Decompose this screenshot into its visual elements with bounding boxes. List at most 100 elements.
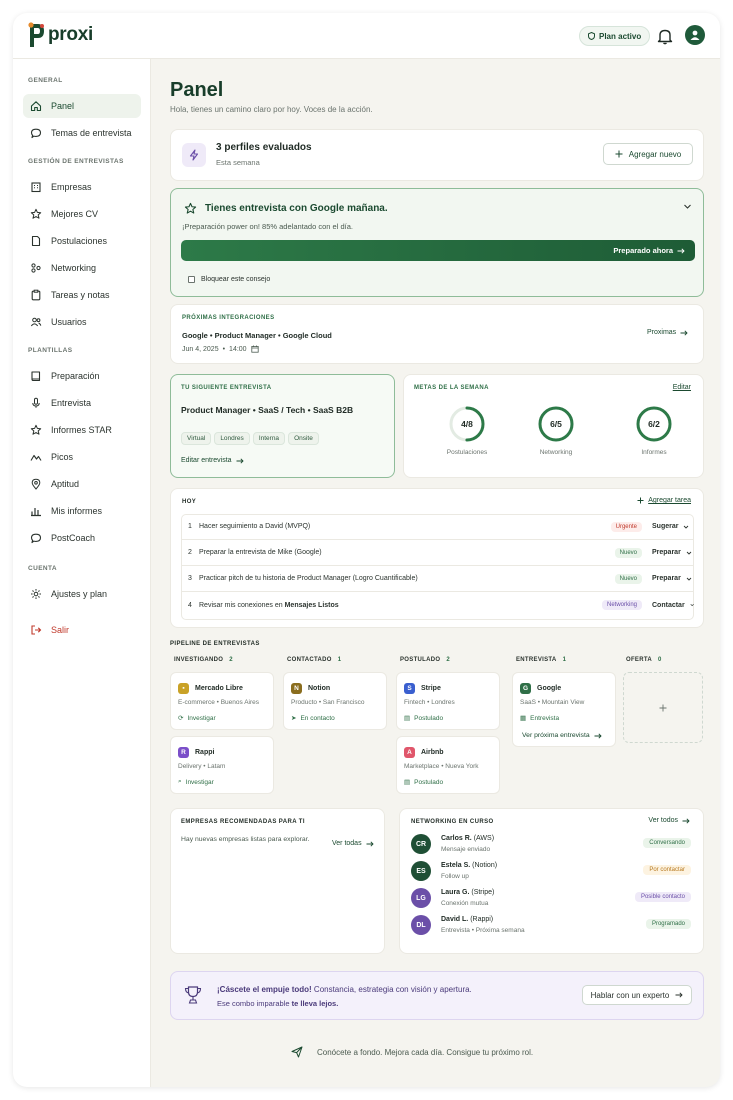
company-status: ▤ Postulado — [404, 714, 444, 723]
add-offer-slot[interactable] — [623, 672, 703, 743]
plan-label: Plan activo — [599, 31, 642, 41]
contact-avatar: ES — [411, 861, 431, 881]
home-icon — [30, 101, 42, 112]
pin-icon — [31, 478, 41, 490]
company-status: ⌕ Investigar — [178, 778, 214, 786]
sidebar-item-networking[interactable]: Networking — [23, 256, 141, 280]
pipeline-card-stripe[interactable]: S Stripe Fintech • Londres ▤ Postulado — [396, 672, 500, 730]
sidebar-item-postcoach[interactable]: PostCoach — [23, 526, 141, 550]
task-action-button[interactable]: Preparar — [642, 575, 694, 582]
task-row[interactable]: 1 Hacer seguimiento a David (MVPQ) Urgen… — [181, 514, 694, 540]
chevron-down-icon — [684, 525, 689, 529]
sidebar-item-best-cv[interactable]: Mejores CV — [23, 202, 141, 226]
pipeline-column-header: POSTULADO 2 — [400, 657, 451, 663]
sidebar-item-panel[interactable]: Panel — [23, 94, 141, 118]
upcoming-link[interactable]: Proximas — [647, 329, 688, 336]
refresh-icon: ⟳ — [178, 715, 184, 722]
contact-row[interactable]: ES Estela S. (Notion) Follow up Por cont… — [411, 860, 691, 884]
tag: Londres — [214, 432, 250, 445]
block-tip-checkbox[interactable]: Bloquear este consejo — [188, 276, 270, 283]
company-logo-icon: A — [404, 747, 415, 758]
pipeline-column-header: INVESTIGANDO 2 — [174, 657, 233, 663]
sidebar-item-label: Networking — [51, 263, 97, 273]
main-content: Panel Hola, tienes un camino claro por h… — [151, 59, 720, 1087]
checkbox-label: Bloquear este consejo — [201, 276, 271, 283]
pipeline-caption: PIPELINE DE ENTREVISTAS — [170, 641, 260, 647]
sidebar-item-companies[interactable]: Empresas — [23, 175, 141, 199]
sidebar-item-star-reports[interactable]: Informes STAR — [23, 418, 141, 442]
contact-row[interactable]: DL David L. (Rappi) Entrevista • Próxima… — [411, 914, 691, 938]
sidebar-item-preparation[interactable]: Preparación — [23, 364, 141, 388]
arrow-right-icon — [682, 817, 690, 824]
page-title: Panel — [170, 79, 224, 101]
page-subtitle: Hola, tienes un camino claro por hoy. Vo… — [170, 105, 373, 114]
task-row[interactable]: 2 Preparar la entrevista de Mike (Google… — [181, 540, 694, 566]
sidebar-item-label: Postulaciones — [51, 236, 108, 246]
app-window: proxi Plan activo GENERAL Panel Temas de… — [13, 13, 720, 1087]
company-meta: Marketplace • Nueva York — [404, 763, 479, 770]
prepare-now-button[interactable]: Preparado ahora — [181, 240, 695, 261]
add-task-link[interactable]: Agregar tarea — [637, 497, 691, 504]
pipeline-card-notion[interactable]: N Notion Producto • San Francisco ➤ En con… — [283, 672, 387, 730]
clipboard-icon — [31, 289, 41, 301]
see-all-companies-link[interactable]: Ver todas — [332, 840, 374, 847]
chat-icon — [30, 128, 42, 139]
add-new-button[interactable]: Agregar nuevo — [603, 143, 693, 165]
recommended-companies-card: EMPRESAS RECOMENDADAS PARA TI Hay nuevas… — [170, 808, 385, 954]
task-action-button[interactable]: Preparar — [642, 549, 694, 556]
contact-badge: Conversando — [643, 838, 691, 848]
goal-label: Networking — [539, 449, 573, 456]
next-interview-link[interactable]: Ver próxima entrevista — [522, 732, 602, 739]
edit-goals-link[interactable]: Editar — [673, 384, 691, 391]
sidebar-item-users[interactable]: Usuarios — [23, 310, 141, 334]
pipeline-card-google[interactable]: G Google SaaS • Mountain View ▦ Entrevista… — [512, 672, 616, 747]
pipeline-card-rappi[interactable]: R Rappi Delivery • Latam ⌕ Investigar — [170, 736, 274, 794]
motivation-line-2: Ese combo imparable te lleva lejos. — [217, 999, 339, 1008]
contact-row[interactable]: CR Carlos R. (AWS) Mensaje enviado Conve… — [411, 833, 691, 857]
sidebar-item-label: Informes STAR — [51, 425, 112, 435]
user-avatar[interactable] — [685, 25, 705, 45]
pipeline-card-mercado-libre[interactable]: ▪ Mercado Libre E-commerce • Buenos Aires… — [170, 672, 274, 730]
task-action-button[interactable]: Contactar — [642, 602, 694, 609]
app-logo[interactable]: proxi — [27, 22, 93, 49]
recommended-caption: EMPRESAS RECOMENDADAS PARA TI — [181, 819, 305, 825]
bell-icon[interactable] — [656, 27, 674, 45]
interview-tags: Virtual Londres Interna Onsite — [181, 427, 322, 445]
company-meta: Producto • San Francisco — [291, 699, 365, 706]
task-row[interactable]: 3 Practicar pitch de tu historia de Prod… — [181, 566, 694, 592]
arrow-right-icon — [677, 247, 685, 254]
contact-avatar: LG — [411, 888, 431, 908]
profiles-card: 3 perfiles evaluados Esta semana Agregar… — [170, 129, 704, 181]
see-all-contacts-link[interactable]: Ver todos — [648, 817, 690, 824]
sidebar-item-peaks[interactable]: Picos — [23, 445, 141, 469]
sidebar-item-tasks-notes[interactable]: Tareas y notas — [23, 283, 141, 307]
task-action-button[interactable]: Sugerar — [642, 523, 694, 530]
sidebar-item-interview-topics[interactable]: Temas de entrevista — [23, 121, 141, 145]
star-icon — [30, 424, 42, 435]
plus-icon — [637, 497, 644, 504]
pipeline-column-header: CONTACTADO 1 — [287, 657, 342, 663]
contact-avatar: DL — [411, 915, 431, 935]
company-meta: Delivery • Latam — [178, 763, 226, 770]
pipeline-card-airbnb[interactable]: A Airbnb Marketplace • Nueva York ▤ Postul… — [396, 736, 500, 794]
contact-row[interactable]: LG Laura G. (Stripe) Conexión mutua Posi… — [411, 887, 691, 911]
bolt-icon — [182, 143, 206, 167]
logout-icon — [31, 625, 42, 635]
chart-icon — [31, 508, 41, 517]
shield-icon — [588, 32, 595, 40]
sidebar-item-applications[interactable]: Postulaciones — [23, 229, 141, 253]
sidebar-item-settings[interactable]: Ajustes y plan — [23, 582, 141, 606]
sidebar-item-aptitude[interactable]: Aptitud — [23, 472, 141, 496]
talk-to-expert-button[interactable]: Hablar con un experto — [582, 985, 692, 1005]
goal-ring: 6/2 — [636, 406, 672, 442]
task-row[interactable]: 4 Revisar mis conexiones en Mensajes Lis… — [181, 592, 694, 618]
plan-status-button[interactable]: Plan activo — [579, 26, 651, 46]
sidebar-item-interview[interactable]: Entrevista — [23, 391, 141, 415]
contact-status-text: Mensaje enviado — [441, 846, 491, 853]
arrow-right-icon — [680, 329, 688, 336]
logout-button[interactable]: Salir — [23, 618, 141, 642]
chevron-down-icon[interactable] — [683, 202, 692, 211]
sidebar-item-my-reports[interactable]: Mis informes — [23, 499, 141, 523]
edit-interview-link[interactable]: Editar entrevista — [181, 457, 244, 464]
app-name: proxi — [48, 23, 93, 45]
